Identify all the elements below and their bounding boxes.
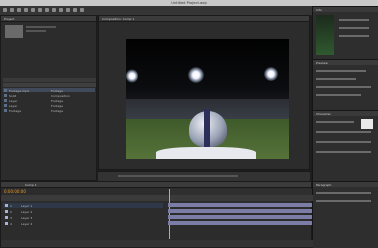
timeline-footer [1,240,313,247]
puppet-tool-icon[interactable] [80,8,84,12]
time-ruler[interactable] [168,189,312,195]
layer-row[interactable]: 1 Layer 1 [3,203,163,208]
project-item[interactable]: Footage Footage [3,108,95,113]
footage-icon [4,108,7,112]
window-title: Untitled Project.aep [171,0,207,5]
composition-tab[interactable]: Composition: Comp 1 [102,17,134,21]
right-panels: Info Preview Character Paragraph [312,6,378,248]
eraser-tool-icon[interactable] [73,8,77,12]
selection-tool-icon[interactable] [3,8,7,12]
text-tool-icon[interactable] [52,8,56,12]
character-panel: Character [313,110,378,181]
preview-panel: Preview [313,59,378,110]
camera-tool-icon[interactable] [31,8,35,12]
layer-row[interactable]: 3 Layer 3 [3,215,163,220]
layer-duration-bar[interactable] [168,203,312,207]
pan-behind-tool-icon[interactable] [38,8,42,12]
timeline-comp-tab[interactable]: Comp 1 [25,183,37,187]
timecode-display[interactable]: 0:00:00:00 [4,189,26,194]
stamp-tool-icon[interactable] [66,8,70,12]
comp-icon [4,93,7,97]
footage-icon [4,103,7,107]
project-panel: Project Footage.mp4 Footage Solid Compos… [0,15,97,181]
viewer-controls [98,171,310,181]
project-item[interactable]: Solid Composition [3,93,95,98]
layer-row[interactable]: 4 Layer 4 [3,221,163,226]
timeline-panel: Comp 1 0:00:00:00 1 Layer 1 2 Layer 2 3 … [0,181,313,247]
project-item[interactable]: Layer Footage [3,103,95,108]
brush-tool-icon[interactable] [59,8,63,12]
playhead[interactable] [169,189,170,239]
paragraph-panel: Paragraph [313,181,378,248]
stadium-light-left [126,69,138,83]
zoom-tool-icon[interactable] [17,8,21,12]
project-item[interactable]: Footage.mp4 Footage [3,88,95,93]
audio-meter [316,15,334,55]
stadium-light-right [264,67,278,81]
fill-color-swatch[interactable] [361,119,373,129]
player-jersey [156,147,256,159]
info-panel: Info [313,6,378,59]
layer-duration-bar[interactable] [168,215,312,219]
stadium-light-center [188,67,204,83]
pen-tool-icon[interactable] [45,8,49,12]
layer-row[interactable]: 2 Layer 2 [3,209,163,214]
project-tab[interactable]: Project [4,17,14,21]
project-thumbnail [5,25,23,38]
composition-preview [126,39,289,159]
project-column-headers [3,83,96,87]
project-item[interactable]: Layer Footage [3,98,95,103]
footage-icon [4,98,7,102]
footage-icon [4,88,7,92]
timeline-header [1,195,313,201]
rotate-tool-icon[interactable] [24,8,28,12]
layer-duration-bar[interactable] [168,221,312,225]
hand-tool-icon[interactable] [10,8,14,12]
project-search-input[interactable] [3,78,96,82]
layer-duration-bar[interactable] [168,209,312,213]
